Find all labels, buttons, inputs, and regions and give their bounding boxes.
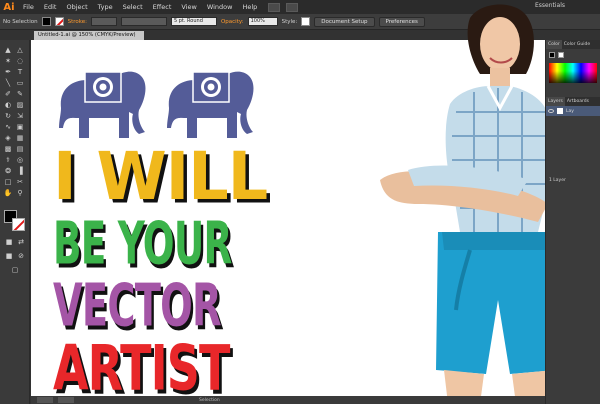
toolbox: ▲ △ ✶ ◌ ✒ T ╲ ▭ ✐ ✎ ◐ ▨ ↻ ⇲ ∿ ▣ ◈ ▦ ▩ ▤ … (0, 40, 30, 404)
brush-definition-field[interactable]: 5 pt. Round (170, 17, 217, 26)
arrange-documents-button[interactable] (286, 2, 299, 12)
stroke-weight-field[interactable] (90, 17, 117, 26)
layer-name: Lay (566, 108, 574, 114)
graph-icon[interactable]: ▐ (15, 167, 25, 176)
panel-dock: Color Color Guide Layers Artboards Lay 1… (545, 40, 600, 404)
rectangle-icon[interactable]: ▭ (15, 79, 25, 88)
document-tab[interactable]: Untitled-1.ai @ 150% (CMYK/Preview) (34, 31, 144, 40)
rotate-icon[interactable]: ↻ (3, 112, 13, 121)
menu-file[interactable]: File (18, 3, 39, 11)
slogan-line-1: I WILL (53, 138, 268, 215)
tab-color[interactable]: Color (546, 40, 562, 49)
color-fill-swatch[interactable] (549, 52, 555, 58)
document-setup-button[interactable]: Document Setup (314, 16, 375, 27)
scale-icon[interactable]: ⇲ (15, 112, 25, 121)
menu-effect[interactable]: Effect (148, 3, 177, 11)
menu-help[interactable]: Help (237, 3, 262, 11)
color-spectrum[interactable] (549, 63, 597, 83)
color-stroke-swatch[interactable] (558, 52, 564, 58)
magic-wand-icon[interactable]: ✶ (3, 57, 13, 66)
style-label: Style: (281, 18, 298, 25)
layer-thumbnail (557, 108, 563, 114)
elephant-left (59, 71, 151, 138)
app-logo: Ai (3, 1, 15, 13)
tab-color-guide[interactable]: Color Guide (562, 40, 592, 49)
eraser-icon[interactable]: ▨ (15, 101, 25, 110)
selection-status: No Selection (3, 18, 38, 25)
pencil-icon[interactable]: ✎ (15, 90, 25, 99)
slogan-line-3: VECTOR (53, 272, 222, 341)
eyedropper-icon[interactable]: ⚕ (3, 156, 13, 165)
artboard-navigation-field[interactable] (58, 397, 74, 403)
zoom-icon[interactable]: ⚲ (15, 189, 25, 198)
status-bar: Selection (31, 396, 545, 404)
menu-object[interactable]: Object (61, 3, 92, 11)
stroke-swatch[interactable] (54, 17, 64, 26)
visibility-eye-icon[interactable] (548, 109, 554, 113)
shape-builder-icon[interactable]: ◈ (3, 134, 13, 143)
selection-icon[interactable]: ▲ (3, 46, 13, 55)
type-icon[interactable]: T (15, 68, 25, 77)
screen-mode-icon[interactable]: ▢ (10, 266, 20, 275)
menu-type[interactable]: Type (93, 3, 118, 11)
slice-icon[interactable]: ✂ (15, 178, 25, 187)
menu-window[interactable]: Window (202, 3, 238, 11)
layer-count: 1 Layer (549, 178, 566, 183)
swap-colors-icon[interactable]: ⇄ (16, 238, 26, 247)
style-swatch[interactable] (301, 17, 311, 26)
perspective-grid-icon[interactable]: ▦ (15, 134, 25, 143)
tab-artboards[interactable]: Artboards (565, 97, 591, 106)
artboard-icon[interactable]: □ (3, 178, 13, 187)
symbol-sprayer-icon[interactable]: ❂ (3, 167, 13, 176)
warp-icon[interactable]: ∿ (3, 123, 13, 132)
fill-swatch[interactable] (41, 17, 51, 26)
zoom-field[interactable] (37, 397, 53, 403)
hand-icon[interactable]: ✋ (3, 189, 13, 198)
default-colors-icon[interactable]: ■ (4, 238, 14, 247)
blend-icon[interactable]: ◎ (15, 156, 25, 165)
variable-width-field[interactable] (120, 17, 167, 26)
none-mode-icon[interactable]: ⊘ (16, 252, 26, 261)
tab-layers[interactable]: Layers (546, 97, 565, 106)
color-swatches-row (546, 49, 600, 61)
opacity-field[interactable]: 100% (247, 17, 278, 26)
slogan-line-2: BE YOUR (53, 210, 232, 279)
line-icon[interactable]: ╲ (3, 79, 13, 88)
menu-select[interactable]: Select (118, 3, 148, 11)
status-tool-name: Selection (199, 397, 220, 403)
stroke-label[interactable]: Stroke: (68, 19, 87, 25)
gradient-icon[interactable]: ▤ (15, 145, 25, 154)
fill-stroke-widget[interactable] (4, 210, 26, 232)
color-panel-tabs: Color Color Guide (546, 40, 600, 49)
direct-selection-icon[interactable]: △ (15, 46, 25, 55)
layer-row[interactable]: Lay (546, 106, 600, 116)
color-mode-icon[interactable]: ■ (4, 252, 14, 261)
menu-edit[interactable]: Edit (39, 3, 62, 11)
lasso-icon[interactable]: ◌ (15, 57, 25, 66)
blob-brush-icon[interactable]: ◐ (3, 101, 13, 110)
woman-photo (380, 4, 556, 404)
stroke-box[interactable] (12, 218, 25, 231)
brush-icon[interactable]: ✐ (3, 90, 13, 99)
free-transform-icon[interactable]: ▣ (15, 123, 25, 132)
menu-view[interactable]: View (176, 3, 201, 11)
bridge-button[interactable] (268, 2, 281, 12)
layers-panel-tabs: Layers Artboards (546, 97, 600, 106)
elephant-right (167, 71, 259, 138)
mesh-icon[interactable]: ▩ (3, 145, 13, 154)
opacity-label[interactable]: Opacity: (221, 19, 244, 25)
elephant-artwork (59, 71, 259, 138)
pen-icon[interactable]: ✒ (3, 68, 13, 77)
slogan-line-4: ARTIST (53, 332, 230, 396)
